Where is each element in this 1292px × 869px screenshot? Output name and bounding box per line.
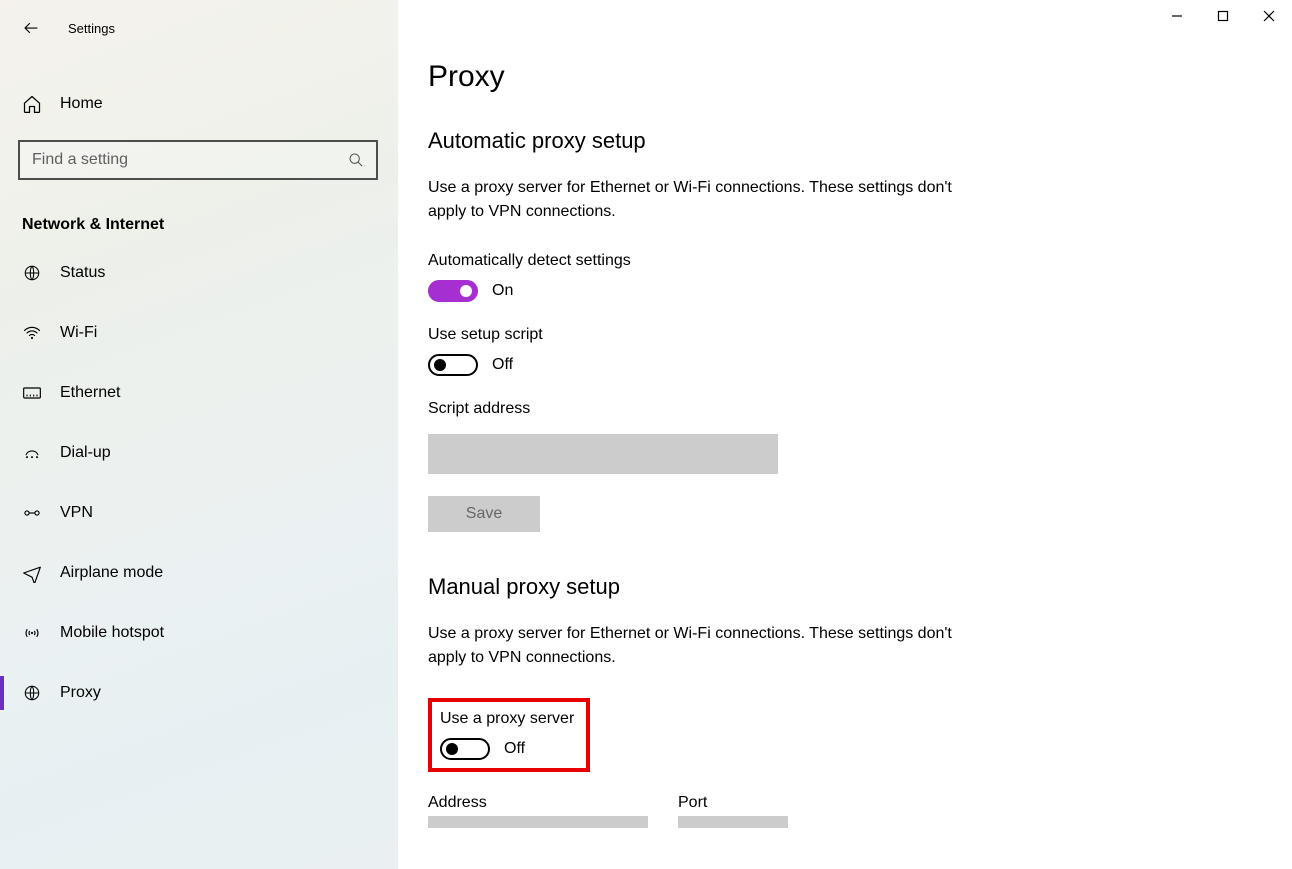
vpn-icon <box>22 503 42 523</box>
window-title: Settings <box>68 21 115 36</box>
address-input[interactable] <box>428 816 648 828</box>
port-label: Port <box>678 794 788 812</box>
script-address-input[interactable] <box>428 434 778 474</box>
minimize-icon <box>1171 10 1183 22</box>
sidebar-item-ethernet[interactable]: Ethernet <box>0 370 398 416</box>
titlebar-left: Settings <box>0 10 398 46</box>
sidebar-item-status[interactable]: Status <box>0 250 398 296</box>
sidebar: Settings Home Network & Internet Status … <box>0 0 398 869</box>
auto-detect-toggle[interactable] <box>428 280 478 302</box>
sidebar-item-label: Mobile hotspot <box>60 624 164 642</box>
auto-detect-label: Automatically detect settings <box>428 252 1252 270</box>
minimize-button[interactable] <box>1154 0 1200 32</box>
save-button: Save <box>428 496 540 532</box>
home-label: Home <box>60 95 103 113</box>
maximize-button[interactable] <box>1200 0 1246 32</box>
script-address-label: Script address <box>428 400 1252 418</box>
window-controls <box>1154 0 1292 32</box>
globe-icon <box>22 263 42 283</box>
maximize-icon <box>1217 10 1229 22</box>
airplane-icon <box>22 563 42 583</box>
sidebar-item-label: Wi-Fi <box>60 324 97 342</box>
address-label: Address <box>428 794 648 812</box>
sidebar-item-airplane[interactable]: Airplane mode <box>0 550 398 596</box>
use-proxy-state: Off <box>504 740 525 758</box>
globe-icon <box>22 683 42 703</box>
search-icon <box>348 152 364 168</box>
wifi-icon <box>22 323 42 343</box>
port-input[interactable] <box>678 816 788 828</box>
close-button[interactable] <box>1246 0 1292 32</box>
home-button[interactable]: Home <box>0 82 398 126</box>
highlight-box: Use a proxy server Off <box>428 698 590 772</box>
save-button-label: Save <box>466 505 502 523</box>
sidebar-item-wifi[interactable]: Wi-Fi <box>0 310 398 356</box>
auto-description: Use a proxy server for Ethernet or Wi-Fi… <box>428 176 968 224</box>
back-button[interactable] <box>22 19 40 37</box>
use-proxy-toggle[interactable] <box>440 738 490 760</box>
sidebar-item-label: Proxy <box>60 684 101 702</box>
auto-detect-state: On <box>492 282 513 300</box>
sidebar-item-vpn[interactable]: VPN <box>0 490 398 536</box>
use-proxy-label: Use a proxy server <box>440 710 574 728</box>
sidebar-item-label: Ethernet <box>60 384 120 402</box>
sidebar-item-label: Status <box>60 264 105 282</box>
search-input[interactable] <box>32 151 332 169</box>
sidebar-item-dialup[interactable]: Dial-up <box>0 430 398 476</box>
arrow-left-icon <box>22 19 40 37</box>
setup-script-label: Use setup script <box>428 326 1252 344</box>
home-icon <box>22 94 42 114</box>
hotspot-icon <box>22 623 42 643</box>
sidebar-section-label: Network & Internet <box>22 216 398 234</box>
dialup-icon <box>22 443 42 463</box>
sidebar-item-hotspot[interactable]: Mobile hotspot <box>0 610 398 656</box>
sidebar-item-proxy[interactable]: Proxy <box>0 670 398 716</box>
manual-description: Use a proxy server for Ethernet or Wi-Fi… <box>428 622 968 670</box>
auto-heading: Automatic proxy setup <box>428 128 1252 154</box>
sidebar-item-label: VPN <box>60 504 93 522</box>
main-content: Proxy Automatic proxy setup Use a proxy … <box>398 0 1292 869</box>
sidebar-item-label: Dial-up <box>60 444 111 462</box>
setup-script-toggle[interactable] <box>428 354 478 376</box>
setup-script-state: Off <box>492 356 513 374</box>
search-box[interactable] <box>18 140 378 180</box>
ethernet-icon <box>22 383 42 403</box>
close-icon <box>1263 10 1275 22</box>
sidebar-item-label: Airplane mode <box>60 564 163 582</box>
page-title: Proxy <box>428 60 1252 94</box>
manual-heading: Manual proxy setup <box>428 574 1252 600</box>
